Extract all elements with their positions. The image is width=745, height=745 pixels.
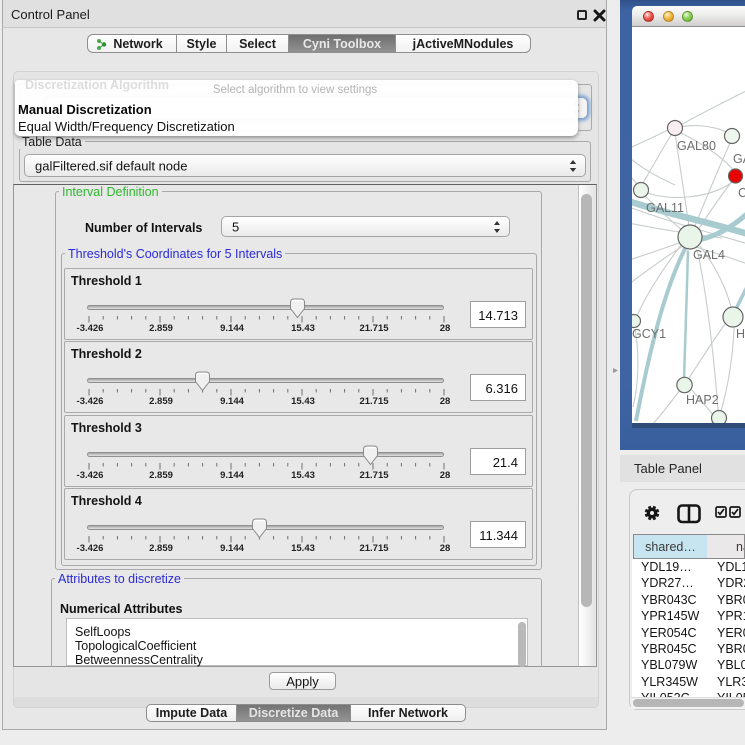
svg-text:GAL: GAL xyxy=(733,152,745,166)
svg-text:GAL4: GAL4 xyxy=(693,248,725,262)
svg-text:GAL80: GAL80 xyxy=(677,139,716,153)
svg-text:GCY1: GCY1 xyxy=(632,327,666,341)
svg-text:H: H xyxy=(736,327,745,341)
svg-text:GAL11: GAL11 xyxy=(646,201,684,215)
svg-text:CY: CY xyxy=(738,186,745,200)
svg-text:HAP2: HAP2 xyxy=(686,393,719,407)
